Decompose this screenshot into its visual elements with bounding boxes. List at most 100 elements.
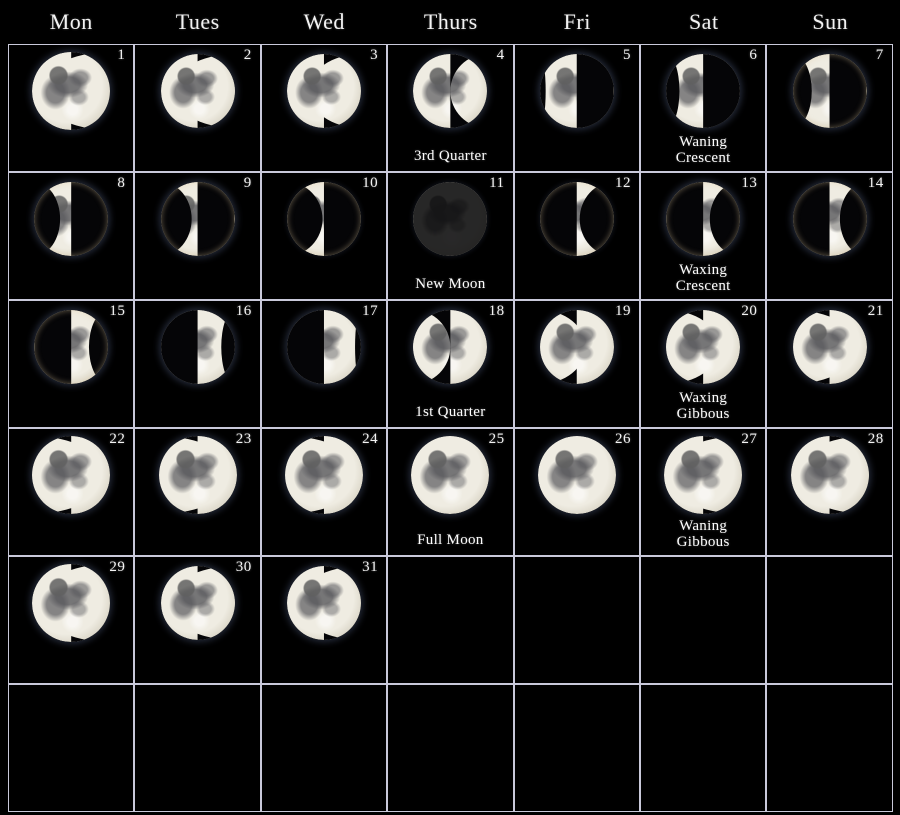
day-number: 9 — [243, 175, 252, 191]
day-number: 1 — [117, 47, 126, 63]
phase-label: Waxing Crescent — [675, 262, 731, 295]
calendar-day-cell[interactable]: 10 — [260, 172, 388, 300]
moon-phase-icon — [413, 182, 488, 256]
weekday-header-tues: Tues — [175, 9, 220, 34]
moon-phase-icon — [539, 310, 614, 384]
calendar-day-cell[interactable]: 8 — [8, 172, 135, 300]
weekday-header-mon: Mon — [49, 9, 93, 34]
moon-phase-icon — [158, 436, 237, 514]
calendar-cell-empty — [387, 684, 514, 812]
day-number: 12 — [614, 175, 631, 191]
moon-phase-icon — [537, 436, 616, 514]
calendar-day-cell[interactable]: 13 Waxing Crescent — [639, 172, 767, 300]
calendar-day-cell[interactable]: 14 — [766, 172, 893, 300]
moon-phase-icon — [34, 310, 109, 384]
calendar-day-cell[interactable]: 29 — [8, 556, 135, 684]
phase-label: Waning Crescent — [675, 134, 731, 167]
calendar-day-cell[interactable]: 7 — [766, 44, 893, 172]
calendar-day-cell[interactable]: 6 Waning Crescent — [639, 44, 767, 172]
weekday-header-wed: Wed — [303, 9, 345, 34]
moon-phase-icon — [666, 182, 741, 256]
calendar-day-cell[interactable]: 4 3rd Quarter — [387, 44, 514, 172]
day-number: 17 — [362, 303, 379, 319]
calendar-day-cell[interactable]: 22 — [8, 428, 135, 556]
moon-phase-icon — [666, 310, 741, 384]
moon-phase-icon — [286, 310, 361, 384]
calendar-day-cell[interactable]: 12 — [513, 172, 640, 300]
day-number: 10 — [362, 175, 379, 191]
moon-phase-icon — [790, 436, 869, 514]
calendar-day-cell[interactable]: 27 Waning Gibbous — [639, 428, 767, 556]
moon-phase-icon — [160, 310, 235, 384]
calendar-day-cell[interactable]: 3 — [260, 44, 388, 172]
calendar-day-cell[interactable]: 20 Waxing Gibbous — [639, 300, 767, 428]
calendar-day-cell[interactable]: 28 — [766, 428, 893, 556]
calendar-day-cell[interactable]: 31 — [260, 556, 388, 684]
calendar-day-cell[interactable]: 18 1st Quarter — [387, 300, 514, 428]
calendar-day-cell[interactable]: 21 — [766, 300, 893, 428]
day-number: 24 — [362, 431, 379, 447]
calendar-cell-empty — [639, 684, 767, 812]
calendar-cell-empty — [639, 556, 767, 684]
calendar-day-cell[interactable]: 24 — [260, 428, 388, 556]
day-number: 5 — [622, 47, 631, 63]
moon-phase-icon — [792, 310, 867, 384]
day-number: 18 — [488, 303, 505, 319]
day-number: 31 — [362, 559, 379, 575]
calendar-day-cell[interactable]: 23 — [134, 428, 261, 556]
calendar-day-cell[interactable]: 9 — [134, 172, 261, 300]
day-number: 23 — [235, 431, 252, 447]
moon-phase-icon — [664, 436, 743, 514]
weekday-header-fri: Fri — [563, 9, 591, 34]
calendar-day-cell[interactable]: 17 — [260, 300, 388, 428]
moon-phase-icon — [539, 54, 614, 128]
day-number: 20 — [741, 303, 758, 319]
calendar-day-cell[interactable]: 26 — [513, 428, 640, 556]
moon-phase-icon — [32, 52, 111, 130]
day-number: 7 — [875, 47, 884, 63]
moon-phase-icon — [160, 182, 235, 256]
calendar-cell-empty — [8, 684, 135, 812]
moon-phase-icon — [413, 310, 488, 384]
calendar-day-cell[interactable]: 1 — [8, 44, 135, 172]
moon-phase-icon — [34, 182, 109, 256]
moon-phase-icon — [286, 54, 361, 128]
day-number: 11 — [489, 175, 505, 191]
day-number: 4 — [496, 47, 505, 63]
day-number: 3 — [370, 47, 379, 63]
calendar-day-cell[interactable]: 2 — [134, 44, 261, 172]
moon-phase-icon — [32, 436, 111, 514]
day-number: 25 — [488, 431, 505, 447]
calendar-cell-empty — [387, 556, 514, 684]
day-number: 14 — [867, 175, 884, 191]
day-number: 21 — [867, 303, 884, 319]
phase-label: 1st Quarter — [415, 404, 486, 421]
day-number: 6 — [749, 47, 758, 63]
moon-phase-icon — [284, 436, 363, 514]
phase-label: 3rd Quarter — [413, 148, 487, 165]
calendar-day-cell[interactable]: 11 New Moon — [387, 172, 514, 300]
moon-phase-icon — [539, 182, 614, 256]
calendar-cell-empty — [766, 556, 893, 684]
calendar-cell-empty — [513, 684, 640, 812]
moon-phase-icon — [286, 182, 361, 256]
calendar-day-cell[interactable]: 25 Full Moon — [387, 428, 514, 556]
calendar-day-cell[interactable]: 19 — [513, 300, 640, 428]
moon-phase-icon — [666, 54, 741, 128]
moon-phase-icon — [411, 436, 490, 514]
day-number: 29 — [109, 559, 126, 575]
day-number: 28 — [867, 431, 884, 447]
weekday-header-thurs: Thurs — [423, 9, 478, 34]
calendar-cell-empty — [260, 684, 388, 812]
calendar-day-cell[interactable]: 16 — [134, 300, 261, 428]
calendar-day-cell[interactable]: 5 — [513, 44, 640, 172]
phase-label: New Moon — [415, 276, 486, 293]
phase-label: Full Moon — [417, 532, 484, 549]
calendar-cell-empty — [766, 684, 893, 812]
calendar-day-cell[interactable]: 15 — [8, 300, 135, 428]
calendar-day-cell[interactable]: 30 — [134, 556, 261, 684]
weekday-header-sat: Sat — [688, 9, 719, 34]
calendar-cell-empty — [134, 684, 261, 812]
moon-phase-calendar: Mon Tues Wed Thurs Fri Sat Sun 1 2 3 4 3rd Quarter… — [0, 0, 900, 815]
weekday-header-row: Mon Tues Wed Thurs Fri Sat Sun — [0, 0, 900, 44]
